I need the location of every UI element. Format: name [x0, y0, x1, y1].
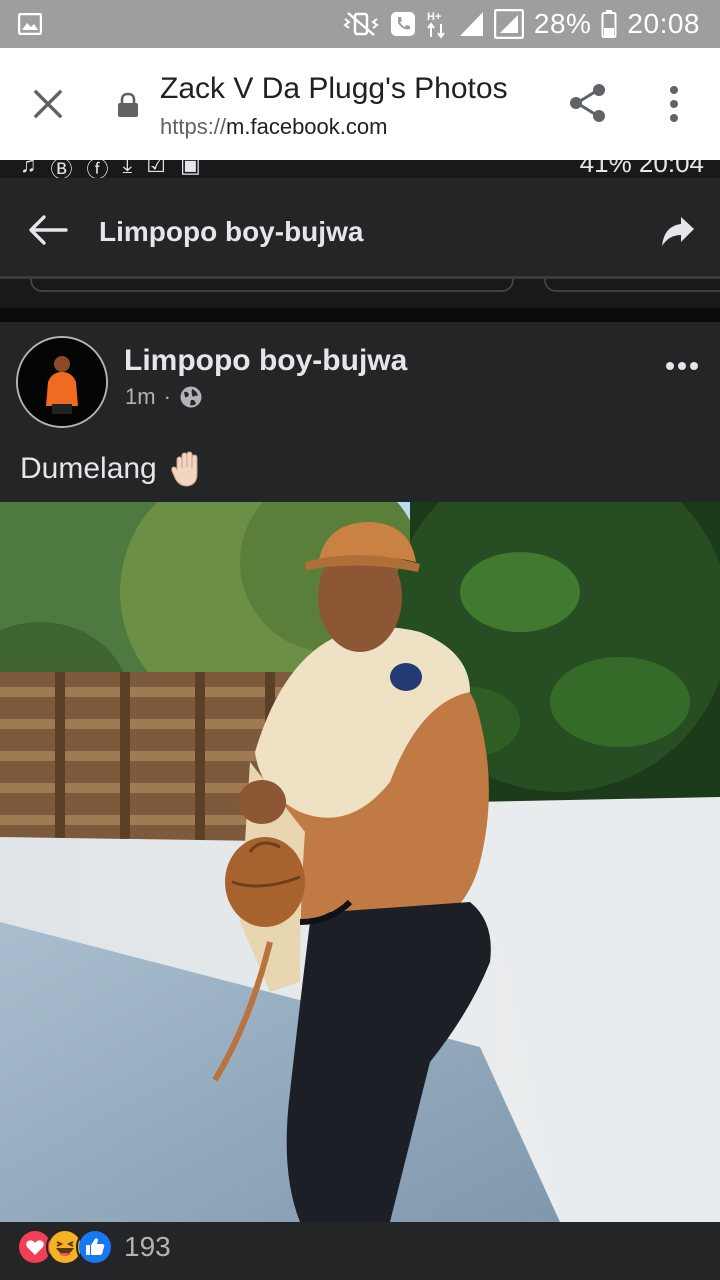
avatar[interactable] — [16, 336, 108, 428]
reaction-summary[interactable]: 193 — [16, 1228, 171, 1266]
inner-status-text: 41% 20:04 — [579, 160, 704, 178]
post-text: Dumelang — [20, 450, 205, 488]
post-card: Limpopo boy-bujwa 1m · Dumelang 193 — [0, 322, 720, 1280]
gallery-icon — [18, 13, 42, 35]
post-meta: 1m · — [125, 384, 203, 410]
more-vert-icon[interactable] — [662, 84, 686, 124]
music-icon: ♫ — [20, 160, 37, 177]
inner-page-title: Limpopo boy-bujwa — [99, 216, 364, 247]
globe-icon — [180, 386, 202, 408]
shared-screenshot: ♫ Ⓑ ⓕ ⤓ ☑ ▣ 41% 20:04 Limpopo boy-bujwa — [0, 160, 720, 1280]
share-arrow-icon[interactable] — [660, 216, 696, 248]
close-icon[interactable] — [28, 84, 68, 124]
battery-icon — [601, 10, 617, 38]
battery-percent: 28% — [533, 8, 592, 39]
tab-outline — [30, 278, 514, 292]
page-title: Zack V Da Plugg's Photos — [160, 72, 508, 105]
url-host: m.facebook.com — [226, 114, 388, 139]
inner-app-bar: Limpopo boy-bujwa — [0, 178, 720, 278]
avatar-image — [18, 338, 106, 426]
reaction-count: 193 — [124, 1231, 171, 1262]
image-icon: ▣ — [180, 160, 201, 177]
post-photo[interactable] — [0, 502, 720, 1222]
facebook-icon: ⓕ — [86, 160, 109, 178]
signal-icon — [493, 9, 524, 39]
share-icon[interactable] — [566, 81, 610, 125]
lock-icon — [118, 92, 138, 117]
mute-vibrate-icon — [343, 12, 379, 36]
call-icon — [390, 12, 415, 36]
like-reaction-icon — [76, 1228, 114, 1266]
post-message: Dumelang — [20, 452, 157, 485]
post-author[interactable]: Limpopo boy-bujwa — [124, 344, 407, 378]
status-bar: H+ 28% 20:08 — [0, 0, 720, 48]
raised-hand-emoji — [171, 451, 198, 487]
meta-dot: · — [163, 384, 171, 409]
download-icon: ⤓ — [122, 160, 133, 177]
data-arrows-icon: H+ — [427, 11, 445, 39]
divider — [0, 308, 720, 322]
url-scheme: https:// — [160, 114, 227, 139]
signal-icon — [459, 12, 483, 36]
browser-toolbar: Zack V Da Plugg's Photos https://m.faceb… — [0, 48, 720, 160]
b-icon: Ⓑ — [50, 160, 73, 178]
tab-outline — [544, 278, 720, 292]
post-time[interactable]: 1m — [125, 384, 156, 410]
clock: 20:08 — [627, 8, 700, 39]
back-arrow-icon[interactable] — [28, 214, 68, 246]
url-display[interactable]: https://m.facebook.com — [160, 114, 387, 140]
check-icon: ☑ — [146, 160, 166, 177]
more-horiz-icon[interactable] — [664, 360, 700, 372]
svg-text:H+: H+ — [427, 11, 441, 23]
inner-status-bar: ♫ Ⓑ ⓕ ⤓ ☑ ▣ 41% 20:04 — [0, 160, 720, 178]
